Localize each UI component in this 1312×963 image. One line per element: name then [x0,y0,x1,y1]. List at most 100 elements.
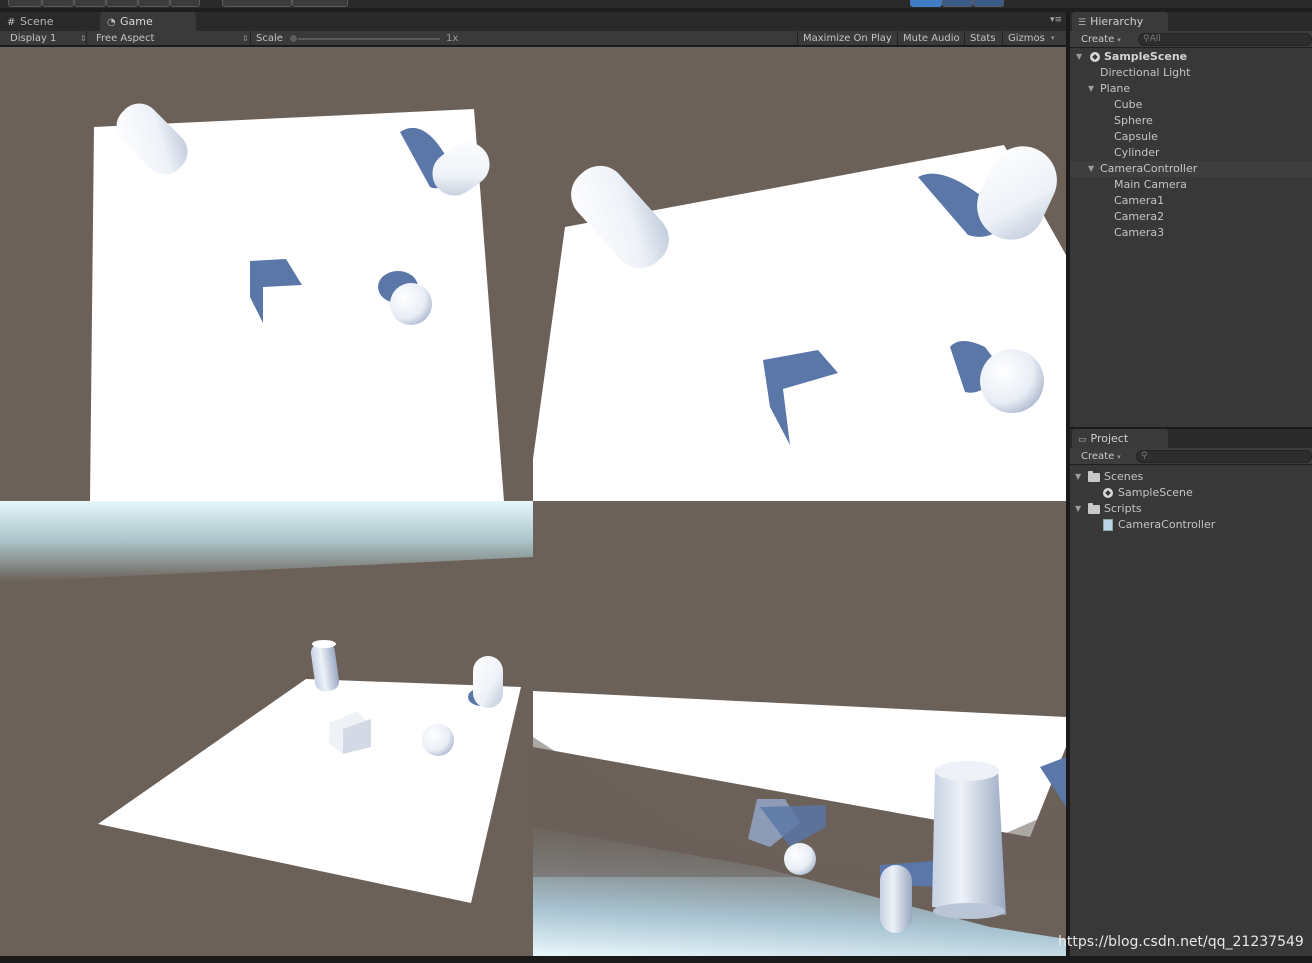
hierarchy-item-label: Plane [1100,82,1131,95]
hierarchy-item-label: Capsule [1114,130,1158,143]
pivot-center-button[interactable] [222,0,292,7]
hierarchy-item-directional-light[interactable]: Directional Light [1070,65,1312,81]
hierarchy-toolbar: Create ▾ ⚲All [1070,31,1312,48]
aspect-dropdown[interactable]: Free Aspect ⇕ [96,31,249,46]
watermark-text: https://blog.csdn.net/qq_21237549 [1058,934,1304,950]
folder-tab-icon: ▭ [1078,435,1087,445]
hierarchy-search-input[interactable]: ⚲All [1138,33,1312,46]
hand-tool-button[interactable] [8,0,42,7]
expand-arrow-icon[interactable]: ▼ [1075,501,1081,517]
project-item-samplescene[interactable]: SampleScene [1070,485,1312,501]
scale-slider-track[interactable] [292,38,440,40]
tab-scene[interactable]: # Scene [0,12,98,31]
project-item-scenes[interactable]: ▼ Scenes [1070,469,1312,485]
project-create-button[interactable]: Create ▾ [1075,450,1127,463]
expand-arrow-icon[interactable]: ▼ [1076,49,1082,65]
hierarchy-item-label: SampleScene [1104,50,1188,63]
tab-project[interactable]: ▭ Project [1072,429,1168,448]
folder-icon [1088,503,1100,514]
step-button[interactable] [973,0,1004,7]
stats-toggle[interactable]: Stats [970,31,996,46]
toolbar-divider [1002,31,1003,46]
toolbar-divider [250,31,251,46]
play-button[interactable] [910,0,942,7]
project-item-label: Scenes [1104,470,1144,483]
hierarchy-panel: ☰ Hierarchy Create ▾ ⚲All ▼ SampleScene Di… [1070,12,1312,427]
hierarchy-item-label: Directional Light [1100,66,1191,79]
scale-slider-handle[interactable] [289,34,298,43]
panel-menu-icon[interactable]: ▾≡ [1050,15,1062,25]
expand-arrow-icon[interactable]: ▼ [1075,469,1081,485]
expand-arrow-icon[interactable]: ▼ [1088,81,1094,97]
gizmos-dropdown[interactable]: Gizmos ▾ [1008,31,1058,46]
scale-tool-button[interactable] [106,0,138,7]
project-item-label: CameraController [1118,518,1216,531]
hierarchy-item-label: Cube [1114,98,1143,111]
search-icon: ⚲ [1143,34,1150,44]
project-panel: ▭ Project Create ▾ ⚲ ▼ Scenes SampleScene … [1070,429,1312,956]
maximize-on-play-toggle[interactable]: Maximize On Play [803,31,892,46]
main-toolbar [0,0,1312,8]
create-label: Create [1081,34,1115,45]
toolbar-divider [964,31,965,46]
hierarchy-item-camera1[interactable]: Camera1 [1070,193,1312,209]
toolbar-divider [86,31,87,46]
search-placeholder: All [1149,34,1161,44]
project-toolbar: Create ▾ ⚲ [1070,448,1312,465]
move-tool-button[interactable] [42,0,74,7]
create-label: Create [1081,451,1115,462]
search-icon: ⚲ [1141,451,1148,461]
hierarchy-item-label: Camera3 [1114,226,1165,239]
hierarchy-item-label: Cylinder [1114,146,1160,159]
game-toolbar: Display 1 ⇕ Free Aspect ⇕ Scale 1x Maxim… [0,31,1066,46]
hierarchy-item-plane[interactable]: ▼ Plane [1070,81,1312,97]
project-tabs: ▭ Project [1070,429,1312,448]
hierarchy-item-capsule[interactable]: Capsule [1070,129,1312,145]
project-item-cameracontroller[interactable]: CameraController [1070,517,1312,533]
project-search-input[interactable]: ⚲ [1136,450,1312,463]
dropdown-arrows-icon: ⇕ [242,34,249,43]
hierarchy-item-camera3[interactable]: Camera3 [1070,225,1312,241]
project-item-scripts[interactable]: ▼ Scripts [1070,501,1312,517]
aspect-label: Free Aspect [96,33,155,44]
caret-down-icon: ▾ [1117,453,1121,461]
grid-icon: # [7,17,16,28]
unity-scene-icon [1103,488,1113,498]
toolbar-divider [797,31,798,46]
game-render [0,103,1066,956]
expand-arrow-icon[interactable]: ▼ [1088,161,1094,177]
hierarchy-item-label: Sphere [1114,114,1153,127]
toolbar-divider [897,31,898,46]
scale-label: Scale [256,33,283,44]
display-dropdown[interactable]: Display 1 ⇕ [10,31,87,46]
camera-view-top-left [90,103,504,501]
hierarchy-item-label: CameraController [1100,162,1198,175]
pivot-local-button[interactable] [292,0,348,7]
tab-game-label: Game [120,15,153,28]
hierarchy-item-samplescene[interactable]: ▼ SampleScene [1070,49,1312,65]
display-label: Display 1 [10,33,57,44]
hierarchy-item-sphere[interactable]: Sphere [1070,113,1312,129]
hierarchy-item-cylinder[interactable]: Cylinder [1070,145,1312,161]
hierarchy-item-camera2[interactable]: Camera2 [1070,209,1312,225]
project-tab-label: Project [1090,432,1129,445]
hierarchy-create-button[interactable]: Create ▾ [1075,33,1127,46]
csharp-script-icon [1103,519,1113,531]
list-icon: ☰ [1078,18,1087,28]
transform-tool-button[interactable] [170,0,200,7]
rotate-tool-button[interactable] [74,0,106,7]
hierarchy-item-label: Main Camera [1114,178,1187,191]
tab-hierarchy[interactable]: ☰ Hierarchy [1072,12,1168,31]
tab-game[interactable]: ◔ Game [100,12,196,31]
pacman-icon: ◔ [107,17,116,28]
hierarchy-tab-label: Hierarchy [1090,15,1144,28]
caret-down-icon: ▾ [1051,34,1055,42]
hierarchy-item-main-camera[interactable]: Main Camera [1070,177,1312,193]
hierarchy-item-cube[interactable]: Cube [1070,97,1312,113]
game-viewport[interactable] [0,47,1066,956]
mute-audio-toggle[interactable]: Mute Audio [903,31,960,46]
gizmos-label: Gizmos [1008,33,1045,44]
rect-tool-button[interactable] [138,0,170,7]
pause-button[interactable] [942,0,973,7]
hierarchy-item-cameracontroller[interactable]: ▼ CameraController [1070,161,1312,177]
